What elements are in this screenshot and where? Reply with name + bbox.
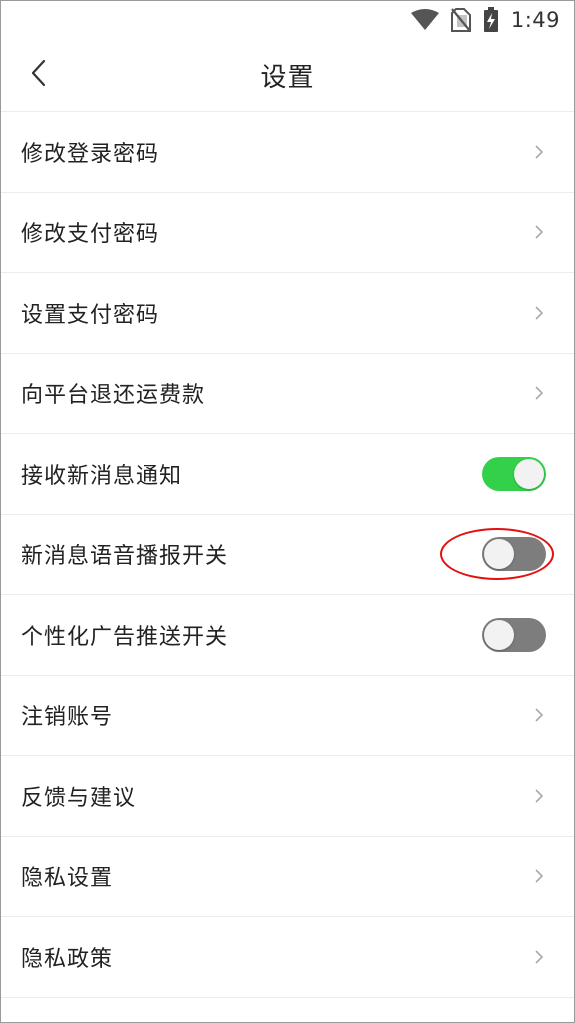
setting-change-payment-password[interactable]: 修改支付密码 [1,193,574,273]
setting-label: 设置支付密码 [21,302,160,328]
header: 设置 [1,39,574,111]
setting-change-login-password[interactable]: 修改登录密码 [1,112,574,193]
setting-label: 新消息语音播报开关 [21,544,229,570]
chevron-left-icon [31,59,47,91]
setting-set-payment-password[interactable]: 设置支付密码 [1,273,574,354]
chevron-right-icon [532,705,546,725]
setting-label: 隐私设置 [21,866,114,892]
setting-label: 修改登录密码 [21,141,160,167]
setting-feedback[interactable]: 反馈与建议 [1,756,574,837]
personalized-ads-toggle[interactable] [482,617,546,652]
chevron-right-icon [532,222,546,242]
settings-list: 修改登录密码 修改支付密码 设置支付密码 向平台退还运费款 接收新消息通知 新消… [1,111,574,998]
status-time: 1:49 [510,8,560,32]
page-title: 设置 [260,62,315,93]
setting-label: 注销账号 [21,705,114,731]
chevron-right-icon [532,142,546,162]
toggle-knob [514,458,544,489]
setting-personalized-ads: 个性化广告推送开关 [1,595,574,676]
phone-screen: 1:49 设置 修改登录密码 修改支付密码 设置支付密码 向平台退还运费款 接收… [0,0,575,1023]
setting-privacy-settings[interactable]: 隐私设置 [1,837,574,917]
back-button[interactable] [21,53,57,97]
setting-label: 接收新消息通知 [21,463,183,489]
battery-charging-icon [483,7,499,33]
notification-toggle[interactable] [482,456,546,491]
no-sim-icon [450,8,471,32]
setting-label: 隐私政策 [21,946,114,972]
setting-label: 向平台退还运费款 [21,383,206,409]
setting-refund-shipping[interactable]: 向平台退还运费款 [1,354,574,434]
setting-delete-account[interactable]: 注销账号 [1,676,574,756]
chevron-right-icon [532,947,546,967]
setting-voice-broadcast: 新消息语音播报开关 [1,515,574,595]
wifi-icon [410,9,439,31]
toggle-knob [484,619,514,650]
voice-broadcast-toggle[interactable] [482,537,546,572]
setting-label: 个性化广告推送开关 [21,624,229,650]
chevron-right-icon [532,303,546,323]
status-bar: 1:49 [1,1,574,39]
toggle-knob [484,539,514,570]
chevron-right-icon [532,866,546,886]
chevron-right-icon [532,786,546,806]
setting-label: 修改支付密码 [21,222,160,248]
setting-label: 反馈与建议 [21,785,137,811]
setting-privacy-policy[interactable]: 隐私政策 [1,917,574,998]
setting-new-message-notification: 接收新消息通知 [1,434,574,515]
chevron-right-icon [532,383,546,403]
